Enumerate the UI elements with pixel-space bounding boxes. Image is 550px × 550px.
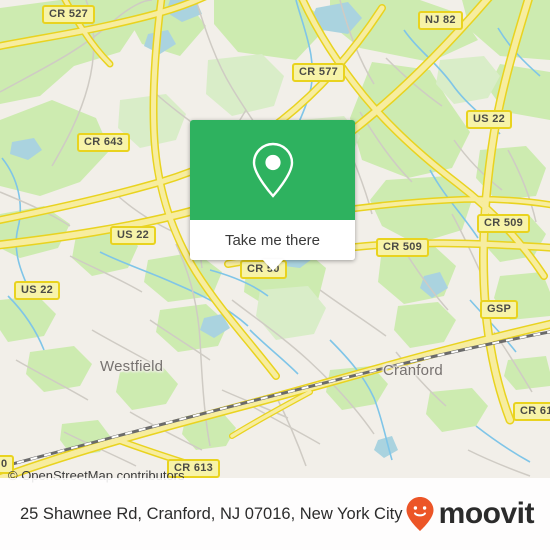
road-shield-cr-577: CR 577 xyxy=(292,63,346,82)
road-shield-us-22-w: US 22 xyxy=(14,281,61,300)
road-shield-us-22-ne: US 22 xyxy=(466,110,513,129)
moovit-wordmark: moovit xyxy=(438,497,535,530)
take-me-there-button[interactable]: Take me there xyxy=(190,220,355,271)
map-pin-icon xyxy=(252,142,293,198)
road-shield-cr-527: CR 527 xyxy=(42,5,96,24)
road-shield-nj-82: NJ 82 xyxy=(418,11,463,30)
moovit-smiley-pin-icon xyxy=(406,497,434,531)
road-shield-cr-509-e: CR 509 xyxy=(477,214,531,233)
road-shield-gsp: GSP xyxy=(480,300,519,319)
road-shield-cr-509-w: CR 509 xyxy=(376,238,430,257)
road-shield-us-22-mid: US 22 xyxy=(110,226,157,245)
location-popup-card[interactable]: Take me there xyxy=(190,120,355,271)
popup-pointer-tail xyxy=(261,259,284,271)
address-text: 25 Shawnee Rd, Cranford, NJ 07016, New Y… xyxy=(20,504,403,523)
moovit-logo[interactable]: moovit xyxy=(405,496,535,532)
footer-bar: 25 Shawnee Rd, Cranford, NJ 07016, New Y… xyxy=(0,478,550,550)
map-screenshot-root: Westfield Cranford CR 527 NJ 82 CR 577 U… xyxy=(0,0,550,550)
place-label-westfield: Westfield xyxy=(100,358,164,375)
popup-pin-area xyxy=(190,120,355,220)
road-shield-cr-643: CR 643 xyxy=(77,133,131,152)
place-label-cranford: Cranford xyxy=(383,362,443,379)
road-shield-cr-617: CR 61 xyxy=(513,402,550,421)
take-me-there-label: Take me there xyxy=(224,231,321,249)
